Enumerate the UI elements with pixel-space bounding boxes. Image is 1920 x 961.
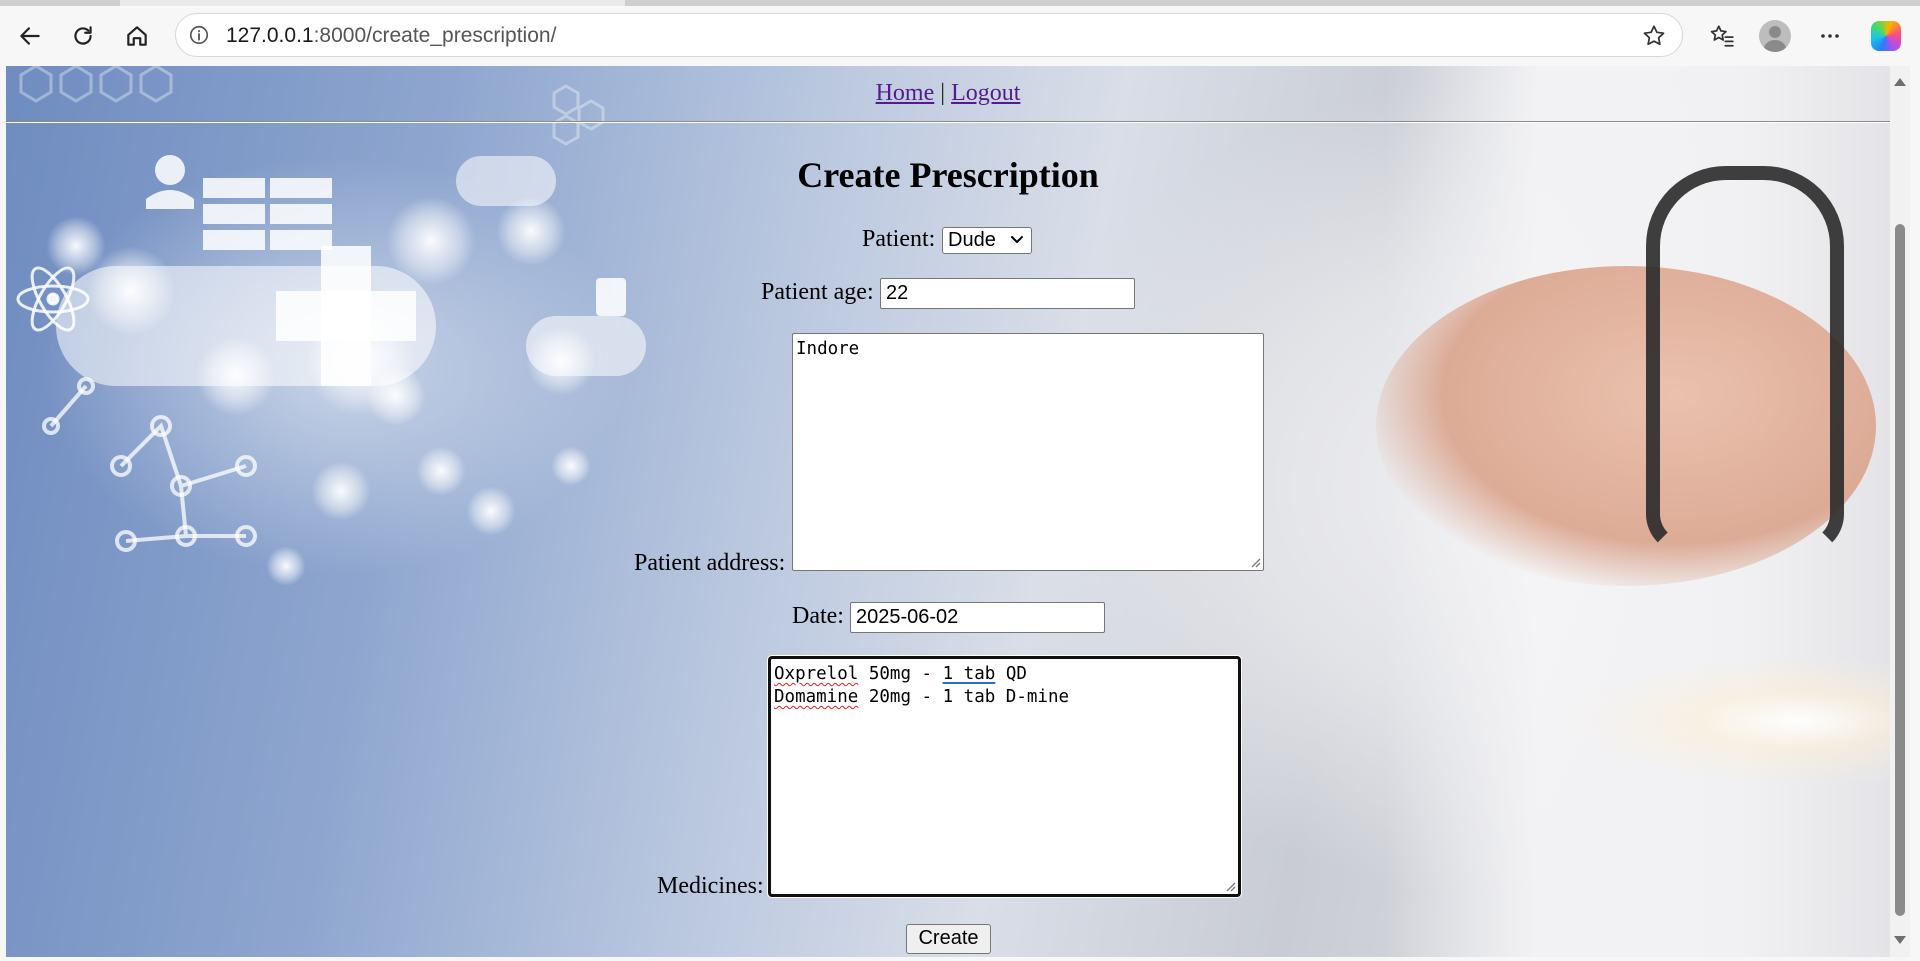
patient-age-input[interactable]: 22 [880,278,1135,309]
back-arrow-icon [20,27,40,45]
patient-address-textarea[interactable]: Indore [792,333,1264,571]
resize-grip-icon[interactable] [1224,880,1236,892]
medicine-dose: 50mg - [858,664,943,684]
bokeh-light [386,196,476,286]
medicine-frequency: QD [995,664,1027,684]
reload-button[interactable] [63,16,103,56]
nav-divider [6,121,1890,122]
scroll-up-icon[interactable] [1894,78,1906,86]
patient-label: Patient: [862,226,936,252]
light-flare [1566,656,1890,786]
page-scrollbar[interactable] [1890,66,1910,957]
date-input[interactable]: 2025-06-02 [850,602,1105,633]
more-dots-icon[interactable] [1810,16,1850,56]
reload-icon [74,26,92,45]
info-icon[interactable] [186,22,212,48]
scroll-down-icon[interactable] [1894,936,1906,944]
tab-strip [0,0,1920,6]
logout-link[interactable]: Logout [951,80,1020,106]
medicine-name: Oxprelol [774,664,859,684]
bokeh-light [466,486,516,536]
page-title: Create Prescription [797,155,1099,195]
stethoscope-image [1646,166,1844,554]
patient-address-text: Indore [796,339,860,359]
bokeh-light [366,366,426,426]
home-link[interactable]: Home [876,80,935,106]
url-path: :8000/create_prescription/ [313,24,557,47]
create-button[interactable]: Create [906,924,991,954]
medicine-dose: 20mg - 1 tab D-mine [858,687,1070,707]
favorites-icon[interactable] [1702,16,1742,56]
medicines-textarea[interactable]: Oxprelol 50mg - 1 tab QD Domamine 20mg -… [768,656,1241,897]
bokeh-light [496,196,566,266]
medicines-label: Medicines: [657,873,764,899]
bokeh-light [311,461,371,521]
nav-separator: | [940,80,946,106]
bokeh-light [416,446,466,496]
chevron-down-icon [1011,236,1023,243]
page-viewport: Home | Logout Create Prescription Patien… [6,66,1890,957]
medicine-qty: 1 tab [942,664,996,684]
patient-address-label: Patient address: [634,550,786,576]
bokeh-light [526,326,596,396]
resize-grip-icon[interactable] [1249,556,1261,568]
home-button[interactable] [117,16,157,56]
home-icon [127,26,147,46]
patient-select-value: Dude [948,229,996,251]
copilot-icon[interactable] [1866,16,1906,56]
top-nav: Home | Logout [6,80,1890,107]
url-text[interactable]: 127.0.0.1:8000/create_prescription/ [226,24,556,48]
bokeh-light [196,336,276,416]
tab-strip-left [0,0,120,6]
date-label: Date: [792,603,844,629]
patient-select[interactable]: Dude [942,227,1032,254]
browser-toolbar: 127.0.0.1:8000/create_prescription/ [0,0,1920,66]
scrollbar-thumb[interactable] [1895,224,1905,916]
bokeh-light [266,546,306,586]
url-host: 127.0.0.1 [226,24,314,47]
address-bar[interactable]: 127.0.0.1:8000/create_prescription/ [175,13,1683,57]
medicine-name: Domamine [774,687,859,707]
bokeh-light [551,446,591,486]
bokeh-light [86,246,176,336]
patient-age-label: Patient age: [761,279,874,305]
star-icon[interactable] [1640,22,1668,50]
tab-strip-right [625,0,1920,6]
avatar-icon[interactable] [1755,16,1795,56]
back-button[interactable] [10,16,50,56]
